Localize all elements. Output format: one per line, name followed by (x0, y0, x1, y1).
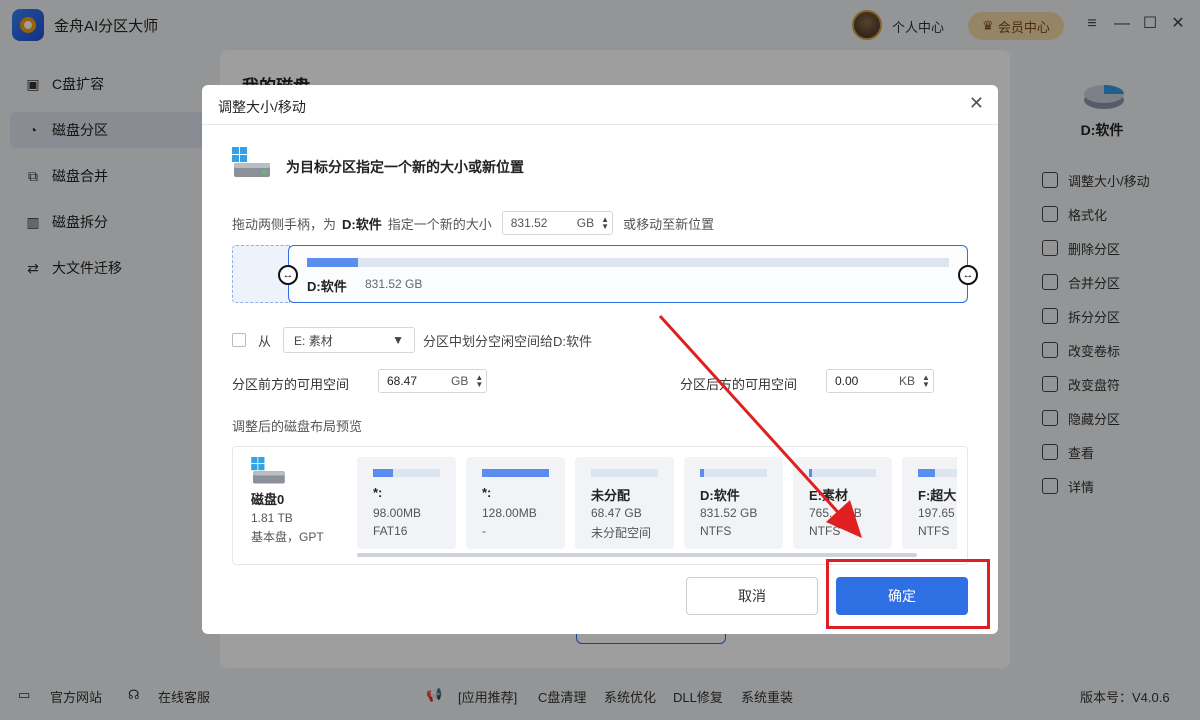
card-name: D:软件 (700, 488, 740, 503)
highlight-box (826, 559, 990, 629)
partition-card[interactable]: *: 98.00MB FAT16 (357, 457, 456, 549)
hint-prefix: 拖动两侧手柄，为 (232, 216, 337, 232)
card-size: 197.65 (918, 506, 955, 520)
source-partition-select[interactable]: E: 素材 ▼ (283, 327, 416, 353)
card-fill (482, 469, 549, 477)
close-icon[interactable]: ✕ (969, 93, 984, 114)
partition-cards: *: 98.00MB FAT16 *: 128.00MB - 未分配 68.47… (357, 457, 957, 549)
partition-card[interactable]: *: 128.00MB - (466, 457, 565, 549)
dialog-title: 调整大小/移动 (218, 99, 306, 115)
card-fs: - (482, 524, 486, 538)
disk-info: 磁盘0 1.81 TB 基本盘，GPT (251, 457, 351, 545)
card-name: F:超大 (918, 488, 957, 503)
right-resize-handle-icon[interactable]: ↔ (958, 265, 978, 285)
usage-fill (307, 258, 359, 267)
before-space-stepper[interactable]: 68.47 GB ▲ ▼ (378, 369, 488, 393)
before-unit: GB (451, 374, 469, 388)
partition-card[interactable]: E:素材 765.…GB NTFS (793, 457, 892, 549)
dialog-heading: 为目标分区指定一个新的大小或新位置 (286, 159, 524, 175)
horizontal-scrollbar[interactable] (357, 553, 917, 557)
after-space-label: 分区后方的可用空间 (680, 377, 798, 392)
stepper-arrows-icon[interactable]: ▲ ▼ (598, 216, 612, 231)
allocate-row: 从 E: 素材 ▼ 分区中划分空闲空间给D:软件 (232, 327, 592, 353)
after-space-stepper[interactable]: 0.00 KB ▲ ▼ (826, 369, 935, 393)
after-unit: KB (899, 374, 916, 388)
card-fs: FAT16 (373, 524, 408, 538)
card-fs: NTFS (700, 524, 732, 538)
disk-icon (251, 457, 285, 484)
card-name: *: (482, 485, 492, 500)
partition-card[interactable]: 未分配 68.47 GB 未分配空间 (575, 457, 674, 549)
card-name: 未分配 (591, 488, 631, 503)
size-hint-row: 拖动两侧手柄，为 D:软件 指定一个新的大小 831.52 GB ▲ ▼ 或移动至… (232, 211, 714, 235)
select-value: E: 素材 (294, 333, 333, 348)
preview-label: 调整后的磁盘布局预览 (232, 419, 363, 434)
stepper-arrows-icon[interactable]: ▲ ▼ (472, 374, 486, 389)
resize-move-dialog: 调整大小/移动 ✕ 为目标分区指定一个新的大小或新位置 拖动两侧手柄，为 D:软… (202, 85, 998, 634)
size-stepper[interactable]: 831.52 GB ▲ ▼ (501, 211, 614, 235)
disk-size: 1.81 TB (251, 511, 293, 525)
card-size: 831.52 GB (700, 506, 758, 520)
hint-drive: D:软件 (342, 216, 382, 232)
partition-size: 831.52 GB (365, 277, 423, 291)
partition-drive-icon (232, 147, 270, 177)
card-size: 68.47 GB (591, 506, 642, 520)
left-resize-handle-icon[interactable]: ↔ (278, 265, 298, 285)
partition-card[interactable]: D:软件 831.52 GB NTFS (684, 457, 783, 549)
partition-name: D:软件 (307, 279, 347, 294)
disk-type: 基本盘，GPT (251, 530, 324, 544)
partition-card[interactable]: F:超大 197.65 NTFS (902, 457, 957, 549)
card-size: 128.00MB (482, 506, 537, 520)
before-value: 68.47 (387, 374, 418, 388)
card-fill (373, 469, 394, 477)
hint-suffix: 或移动至新位置 (623, 216, 715, 232)
size-unit: GB (576, 216, 595, 230)
card-name: *: (373, 485, 383, 500)
card-fs: 未分配空间 (591, 526, 652, 540)
chevron-down-icon: ▼ (392, 333, 405, 347)
card-fill (918, 469, 935, 477)
partition-range-bar: D:软件 831.52 GB ↔ ↔ (232, 245, 978, 305)
dialog-header: 调整大小/移动 ✕ (202, 85, 998, 125)
card-fill (700, 469, 705, 477)
card-size: 765.…GB (809, 506, 862, 520)
usage-track (307, 258, 949, 267)
card-fs: NTFS (809, 524, 841, 538)
disk-layout-preview: 磁盘0 1.81 TB 基本盘，GPT *: 98.00MB FAT16 *: … (232, 446, 968, 565)
disk-name: 磁盘0 (251, 492, 285, 507)
cancel-button[interactable]: 取消 (686, 577, 818, 615)
card-fs: NTFS (918, 524, 950, 538)
from-label: 从 (258, 333, 272, 349)
allocate-checkbox[interactable] (232, 333, 246, 347)
stepper-arrows-icon[interactable]: ▲ ▼ (919, 374, 933, 389)
card-fill (809, 469, 813, 477)
card-name: E:素材 (809, 488, 849, 503)
before-space-label: 分区前方的可用空间 (232, 377, 350, 392)
size-value: 831.52 (510, 216, 548, 230)
after-value: 0.00 (835, 374, 859, 388)
partition-block[interactable]: D:软件 831.52 GB (288, 245, 968, 303)
hint-mid: 指定一个新的大小 (387, 216, 492, 232)
from-suffix: 分区中划分空闲空间给D:软件 (423, 333, 593, 349)
card-size: 98.00MB (373, 506, 422, 520)
